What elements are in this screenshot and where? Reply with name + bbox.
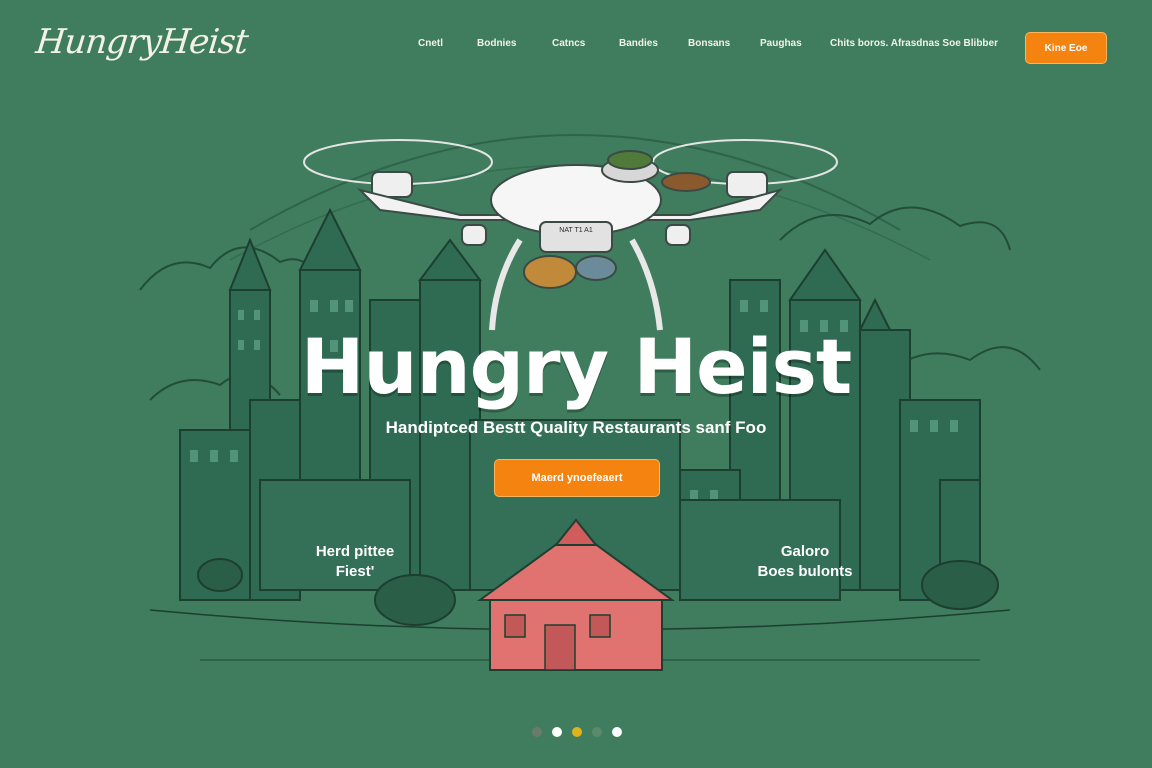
right-feature-line2: Boes bulonts <box>757 563 853 580</box>
left-feature-line2: Fiest' <box>335 563 375 580</box>
carousel-dot-5[interactable] <box>612 727 622 737</box>
right-feature-line1: Galoro <box>780 543 830 560</box>
nav-item-3[interactable]: Catncs <box>552 38 585 49</box>
drone-label: NAT T1 A1 <box>559 227 593 234</box>
nav-item-1[interactable]: Cnetl <box>418 38 443 49</box>
nav-item-7[interactable]: Chits boros. Afrasdnas Soe Blibber <box>830 38 998 49</box>
hero-subtitle: Handiptced Bestt Quality Restaurants san… <box>385 418 767 437</box>
nav-item-4[interactable]: Bandies <box>619 38 658 49</box>
carousel-dot-4[interactable] <box>592 727 602 737</box>
carousel-dot-1[interactable] <box>532 727 542 737</box>
nav-item-5[interactable]: Bonsans <box>688 38 730 49</box>
hero-cta-button[interactable]: Maerd ynoefeaert <box>494 459 660 497</box>
nav-item-2[interactable]: Bodnies <box>477 38 516 49</box>
carousel-dot-3[interactable] <box>572 727 582 737</box>
left-feature-label: Herd pittee Fiest' <box>300 542 410 582</box>
hero-title: Hungry Heist <box>300 322 852 411</box>
nav-item-6[interactable]: Paughas <box>760 38 802 49</box>
left-feature-line1: Herd pittee <box>315 543 395 560</box>
right-feature-label: Galoro Boes bulonts <box>740 542 870 582</box>
main-nav: Cnetl Bodnies Catncs Bandies Bonsans Pau… <box>0 38 1152 54</box>
carousel-dot-2[interactable] <box>552 727 562 737</box>
header-cta-button[interactable]: Kine Eoe <box>1025 32 1107 64</box>
